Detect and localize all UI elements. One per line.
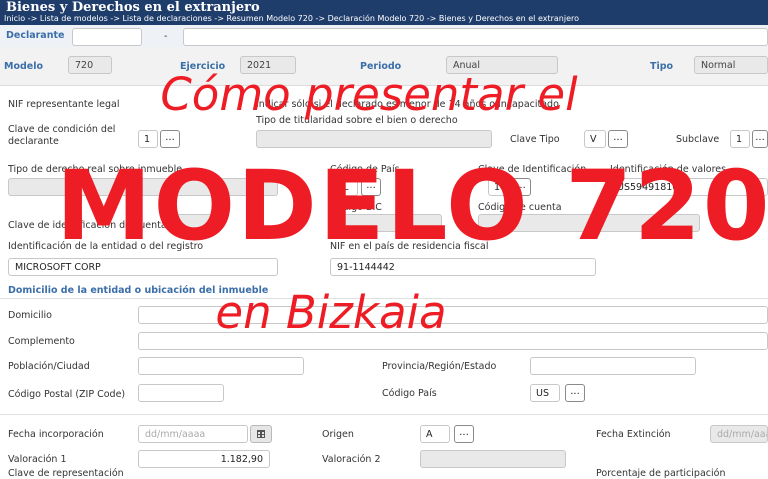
tipo-titularidad-field	[256, 130, 492, 148]
declarante-dash: -	[164, 31, 168, 42]
complemento-label: Complemento	[8, 336, 75, 347]
fecha-incorporacion-label: Fecha incorporación	[8, 429, 104, 440]
codigo-pais-domicilio-lookup-button[interactable]: ...	[565, 384, 585, 402]
tipo-field: Normal	[694, 56, 768, 74]
declarante-nif-field[interactable]	[72, 28, 142, 46]
valoracion-divider	[0, 414, 768, 415]
origen-lookup-button[interactable]: ...	[454, 425, 474, 443]
tipo-label: Tipo	[650, 61, 674, 72]
valoracion2-label: Valoración 2	[322, 454, 381, 465]
fecha-extincion-label: Fecha Extinción	[596, 429, 671, 440]
overlay-line-3: en Bizkaia	[215, 286, 447, 339]
declarante-name-field[interactable]	[183, 28, 768, 46]
clave-condicion-label: Clave de condición del	[8, 124, 116, 135]
overlay-line-2: MODELO 720	[56, 150, 768, 262]
modelo-label: Modelo	[4, 61, 44, 72]
codigo-pais-domicilio-label: Código País	[382, 388, 437, 399]
poblacion-field[interactable]	[138, 357, 304, 375]
fecha-extincion-field: dd/mm/aaaa	[710, 425, 768, 443]
poblacion-label: Población/Ciudad	[8, 361, 90, 372]
codigo-postal-label: Código Postal (ZIP Code)	[8, 389, 126, 400]
clave-tipo-lookup-button[interactable]: ...	[608, 130, 628, 148]
breadcrumb[interactable]: Inicio -> Lista de modelos -> Lista de d…	[4, 14, 579, 24]
valoracion1-field[interactable]: 1.182,90	[138, 450, 270, 468]
declarante-label: Declarante	[6, 30, 65, 41]
subclave-lookup-button[interactable]: ...	[752, 130, 768, 148]
clave-condicion-label-2: declarante	[8, 136, 59, 147]
valoracion2-field	[420, 450, 566, 468]
origen-field[interactable]: A	[420, 425, 450, 443]
modelo-field: 720	[68, 56, 112, 74]
subclave-label: Subclave	[676, 134, 720, 145]
nif-representante-label: NIF representante legal	[8, 99, 120, 110]
page-header: Bienes y Derechos en el extranjero Inici…	[0, 0, 768, 25]
origen-label: Origen	[322, 429, 354, 440]
subclave-field[interactable]: 1	[730, 130, 750, 148]
calendar-icon-graphic	[257, 430, 265, 438]
domicilio-label: Domicilio	[8, 310, 52, 321]
provincia-label: Provincia/Región/Estado	[382, 361, 497, 372]
clave-condicion-field[interactable]: 1	[138, 130, 158, 148]
page-title: Bienes y Derechos en el extranjero	[6, 0, 260, 15]
overlay-line-1: Cómo presentar el	[160, 68, 578, 121]
porcentaje-participacion-label: Porcentaje de participación	[596, 468, 726, 479]
provincia-field[interactable]	[530, 357, 696, 375]
valoracion1-label: Valoración 1	[8, 454, 67, 465]
codigo-pais-domicilio-field[interactable]: US	[530, 384, 560, 402]
calendar-icon[interactable]	[250, 425, 272, 443]
clave-tipo-label: Clave Tipo	[510, 134, 560, 145]
clave-representacion-label: Clave de representación	[8, 468, 124, 479]
clave-tipo-field[interactable]: V	[584, 130, 606, 148]
fecha-incorporacion-field[interactable]: dd/mm/aaaa	[138, 425, 248, 443]
clave-condicion-lookup-button[interactable]: ...	[160, 130, 180, 148]
codigo-postal-field[interactable]	[138, 384, 224, 402]
